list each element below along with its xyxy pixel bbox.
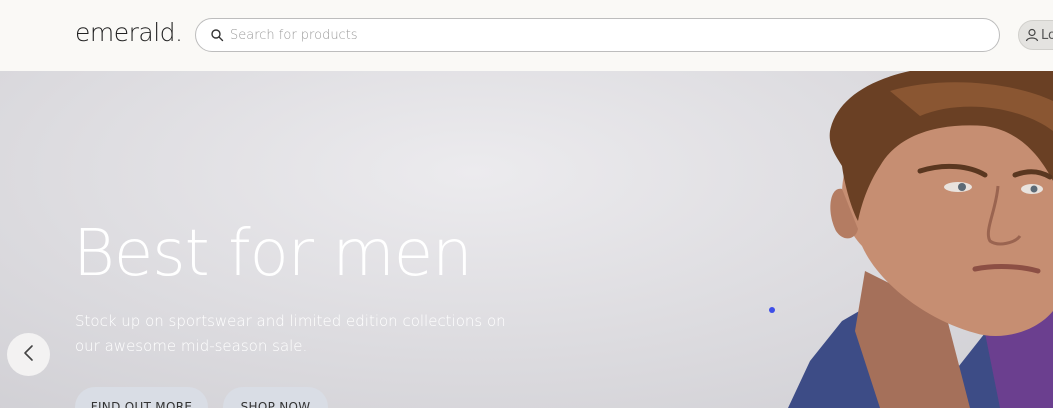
chevron-left-icon xyxy=(22,343,36,366)
hero-subtitle: Stock up on sportswear and limited editi… xyxy=(75,312,506,355)
login-button[interactable]: Log In xyxy=(1018,20,1053,50)
user-icon xyxy=(1025,28,1039,42)
search-icon xyxy=(210,28,224,42)
site-header: emerald. Log In xyxy=(0,0,1053,71)
logo[interactable]: emerald. xyxy=(75,18,183,47)
cursor-dot xyxy=(769,307,775,313)
carousel-prev-button[interactable] xyxy=(7,333,50,376)
search-bar[interactable] xyxy=(195,18,1000,52)
search-input[interactable] xyxy=(230,27,950,43)
hero-title: Best for men xyxy=(73,217,473,291)
shop-now-button[interactable]: SHOP NOW xyxy=(223,387,328,408)
hero-banner: Best for men Stock up on sportswear and … xyxy=(0,71,1053,408)
login-label: Log In xyxy=(1041,27,1053,43)
find-out-more-button[interactable]: FIND OUT MORE xyxy=(75,387,208,408)
hero-portrait-image xyxy=(788,71,1053,408)
